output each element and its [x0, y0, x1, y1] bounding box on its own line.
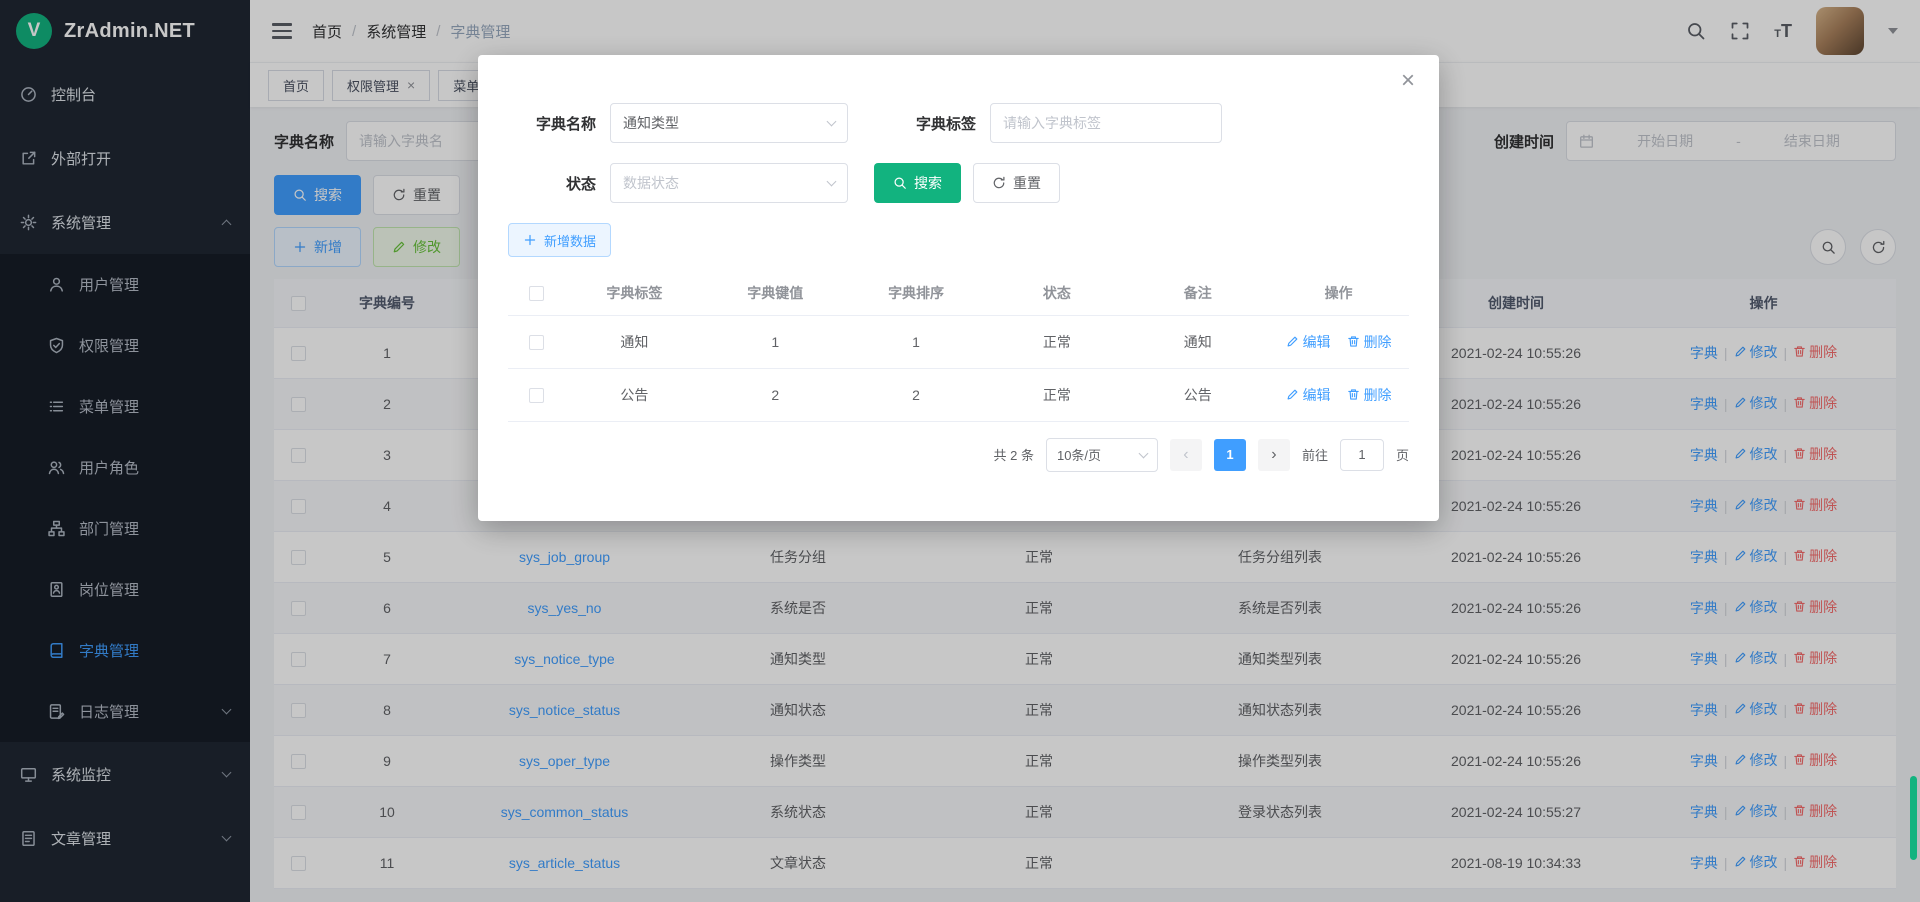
dict-data-row: 公告22正常公告编辑删除: [508, 368, 1409, 421]
modal-dict-label-input[interactable]: [990, 103, 1222, 143]
modal-select-all-checkbox[interactable]: [529, 286, 544, 301]
status-placeholder: 数据状态: [623, 173, 679, 193]
trash-icon: [1347, 335, 1360, 348]
cell-dict-value: 2: [705, 368, 846, 421]
modal-column-header-0: 字典标签: [564, 271, 705, 315]
modal-search-label: 搜索: [914, 173, 942, 193]
pagination-total: 共 2 条: [994, 445, 1034, 464]
modal-reset-button[interactable]: 重置: [973, 163, 1060, 203]
dialog-filter-form: 字典名称 通知类型 字典标签 状态 数据状态 搜索 重置: [508, 103, 1409, 257]
close-icon[interactable]: ×: [1401, 69, 1415, 93]
search-icon: [893, 176, 907, 190]
cell-remark: 公告: [1127, 368, 1268, 421]
dict-data-dialog: × 字典名称 通知类型 字典标签 状态 数据状态 搜索 重置: [478, 55, 1439, 521]
modal-reset-label: 重置: [1013, 173, 1041, 193]
modal-dict-name-select[interactable]: 通知类型: [610, 103, 848, 143]
refresh-icon: [992, 176, 1006, 190]
page-size-select[interactable]: 10条/页: [1046, 438, 1158, 472]
cell-status: 正常: [986, 315, 1127, 368]
add-data-button[interactable]: 新增数据: [508, 223, 611, 257]
goto-page-input[interactable]: [1340, 439, 1384, 471]
modal-column-header-4: 备注: [1127, 271, 1268, 315]
modal-column-header-2: 字典排序: [846, 271, 987, 315]
modal-row-checkbox[interactable]: [529, 335, 544, 350]
cell-dict-value: 1: [705, 315, 846, 368]
modal-column-header-1: 字典键值: [705, 271, 846, 315]
page-unit-label: 页: [1396, 445, 1409, 464]
chevron-down-icon: [1139, 448, 1149, 458]
prev-page-button[interactable]: ‹: [1170, 439, 1202, 471]
pencil-icon: [1286, 335, 1299, 348]
pagination: 共 2 条 10条/页 ‹ 1 › 前往 页: [508, 438, 1409, 472]
modal-delete-link[interactable]: 删除: [1347, 385, 1392, 405]
cell-dict-label: 通知: [564, 315, 705, 368]
modal-edit-link[interactable]: 编辑: [1286, 332, 1331, 352]
cell-actions: 编辑删除: [1268, 368, 1409, 421]
cell-actions: 编辑删除: [1268, 315, 1409, 368]
cell-dict-sort: 2: [846, 368, 987, 421]
modal-dict-label-label: 字典标签: [888, 113, 976, 134]
dict-data-table: 字典标签字典键值字典排序状态备注操作 通知11正常通知编辑删除公告22正常公告编…: [508, 271, 1409, 422]
trash-icon: [1347, 388, 1360, 401]
modal-status-select[interactable]: 数据状态: [610, 163, 848, 203]
pencil-icon: [1286, 388, 1299, 401]
next-page-button[interactable]: ›: [1258, 439, 1290, 471]
modal-dict-name-label: 字典名称: [508, 113, 596, 134]
modal-row-checkbox[interactable]: [529, 388, 544, 403]
modal-status-label: 状态: [508, 173, 596, 194]
dict-data-row: 通知11正常通知编辑删除: [508, 315, 1409, 368]
selected-dict-name: 通知类型: [623, 113, 679, 133]
current-page-button[interactable]: 1: [1214, 439, 1246, 471]
modal-delete-link[interactable]: 删除: [1347, 332, 1392, 352]
add-data-label: 新增数据: [544, 231, 596, 250]
chevron-down-icon: [827, 117, 837, 127]
cell-dict-sort: 1: [846, 315, 987, 368]
page-size-value: 10条/页: [1057, 445, 1101, 464]
modal-search-button[interactable]: 搜索: [874, 163, 961, 203]
chevron-down-icon: [827, 177, 837, 187]
scrollbar-thumb[interactable]: [1910, 776, 1917, 860]
cell-status: 正常: [986, 368, 1127, 421]
plus-icon: [523, 233, 537, 247]
cell-remark: 通知: [1127, 315, 1268, 368]
goto-label: 前往: [1302, 445, 1328, 464]
modal-edit-link[interactable]: 编辑: [1286, 385, 1331, 405]
modal-column-header-5: 操作: [1268, 271, 1409, 315]
modal-column-header-3: 状态: [986, 271, 1127, 315]
cell-dict-label: 公告: [564, 368, 705, 421]
